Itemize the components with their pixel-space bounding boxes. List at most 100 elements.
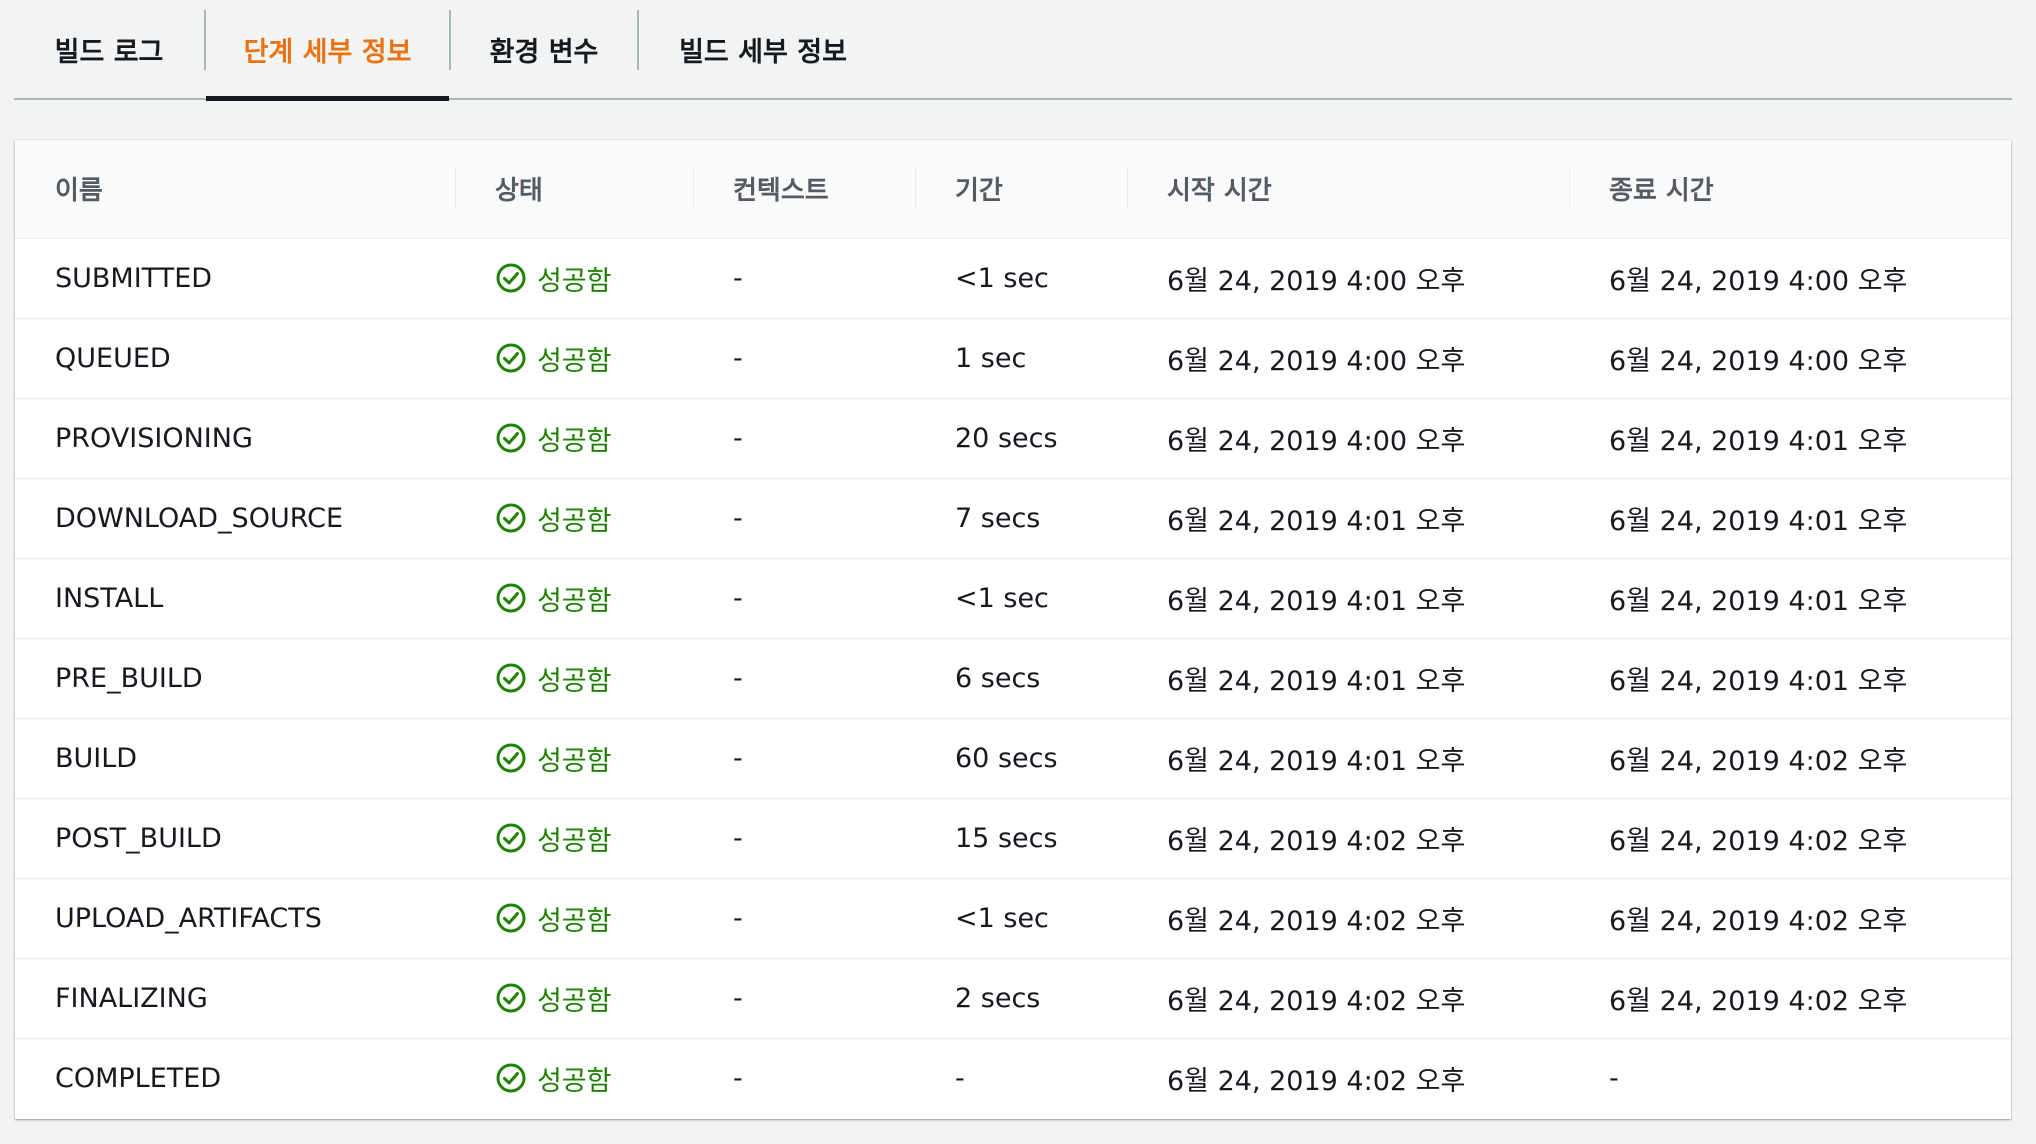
phase-start-time: 6월 24, 2019 4:00 오후 xyxy=(1127,397,1569,478)
phase-end-time: 6월 24, 2019 4:02 오후 xyxy=(1569,717,2011,798)
column-header-start-time[interactable]: 시작 시간 xyxy=(1127,140,1569,239)
phase-status: 성공함 xyxy=(455,557,693,638)
phase-name: FINALIZING xyxy=(15,957,455,1038)
phase-context: - xyxy=(693,397,915,478)
column-header-end-time[interactable]: 종료 시간 xyxy=(1569,140,2011,239)
phase-context: - xyxy=(733,262,743,294)
phase-name: SUBMITTED xyxy=(55,262,213,294)
phase-duration: 60 secs xyxy=(915,717,1127,798)
phase-duration: 20 secs xyxy=(915,397,1127,478)
status-badge: 성공함 xyxy=(495,579,693,618)
phase-status: 성공함 xyxy=(455,717,693,798)
phase-context: - xyxy=(693,1037,915,1118)
phase-end-time: 6월 24, 2019 4:02 오후 xyxy=(1569,877,2011,958)
phase-context: - xyxy=(693,797,915,878)
table-row: DOWNLOAD_SOURCE 성공함 -7 secs 6월 24, 2019 4:0… xyxy=(15,477,2011,558)
check-circle-icon xyxy=(495,342,537,374)
status-badge: 성공함 xyxy=(495,259,693,298)
table-row: SUBMITTED 성공함 - <1 sec 6월 24, 2019 4:00 오후 6월… xyxy=(15,238,2011,318)
phase-duration: <1 sec xyxy=(915,877,1127,958)
status-label: 성공함 xyxy=(537,265,612,297)
tab-build-details[interactable]: 빌드 세부 정보 xyxy=(639,0,887,98)
phase-start-time: 6월 24, 2019 4:02 오후 xyxy=(1127,1037,1569,1118)
status-label: 성공함 xyxy=(537,425,612,457)
phase-duration: 2 secs xyxy=(915,957,1127,1038)
phase-end-time: - xyxy=(1569,1037,2011,1118)
status-label: 성공함 xyxy=(537,1065,612,1097)
column-header-duration[interactable]: 기간 xyxy=(915,140,1127,239)
column-header-name[interactable]: 이름 xyxy=(15,140,455,239)
check-circle-icon xyxy=(495,742,537,774)
tab-bar: 빌드 로그 단계 세부 정보 환경 변수 빌드 세부 정보 xyxy=(14,0,2012,101)
phase-end-time: 6월 24, 2019 4:02 오후 xyxy=(1569,957,2011,1038)
column-header-status[interactable]: 상태 xyxy=(455,140,693,239)
phase-context: - xyxy=(693,637,915,718)
phase-details-table: 이름 상태 컨텍스트 기간 시작 시간 종료 시간 SUBMITTED 성공함 - <… xyxy=(15,140,2011,1118)
phase-end-time: 6월 24, 2019 4:01 오후 xyxy=(1569,557,2011,638)
phase-duration: 6 secs xyxy=(915,637,1127,718)
phase-name: POST_BUILD xyxy=(15,797,455,878)
tab-phase-details[interactable]: 단계 세부 정보 xyxy=(206,0,449,101)
phase-context: - xyxy=(693,557,915,638)
check-circle-icon xyxy=(495,982,537,1014)
phase-status: 성공함 xyxy=(455,957,693,1038)
status-label: 성공함 xyxy=(537,745,612,777)
phase-name: PROVISIONING xyxy=(15,397,455,478)
tab-environment-variables[interactable]: 환경 변수 xyxy=(451,0,637,98)
table-row: FINALIZING 성공함 -2 secs 6월 24, 2019 4:02 오후 6… xyxy=(15,957,2011,1038)
phase-duration: - xyxy=(915,1037,1127,1118)
tab-build-logs[interactable]: 빌드 로그 xyxy=(14,0,204,98)
phase-name: BUILD xyxy=(15,717,455,798)
status-badge: 성공함 xyxy=(495,739,693,778)
status-badge: 성공함 xyxy=(495,659,693,698)
phase-start-time: 6월 24, 2019 4:00 오후 xyxy=(1167,265,1466,297)
table-row: BUILD 성공함 -60 secs 6월 24, 2019 4:01 오후 6월 24… xyxy=(15,717,2011,798)
phase-context: - xyxy=(693,477,915,558)
status-badge: 성공함 xyxy=(495,979,693,1018)
phase-context: - xyxy=(693,717,915,798)
status-badge: 성공함 xyxy=(495,419,693,458)
phase-status: 성공함 xyxy=(455,397,693,478)
phase-name: COMPLETED xyxy=(15,1037,455,1118)
phase-end-time: 6월 24, 2019 4:02 오후 xyxy=(1569,797,2011,878)
phase-context: - xyxy=(693,957,915,1038)
check-circle-icon xyxy=(495,1062,537,1094)
table-row: PROVISIONING 성공함 -20 secs 6월 24, 2019 4:00 … xyxy=(15,397,2011,478)
phase-rows: SUBMITTED 성공함 - <1 sec 6월 24, 2019 4:00 오후 6월… xyxy=(15,238,2011,1118)
phase-name: QUEUED xyxy=(15,317,455,398)
status-badge: 성공함 xyxy=(495,339,693,378)
status-label: 성공함 xyxy=(537,665,612,697)
status-badge: 성공함 xyxy=(495,819,693,858)
phase-status: 성공함 xyxy=(455,877,693,958)
phase-status: 성공함 xyxy=(455,1037,693,1118)
phase-name: UPLOAD_ARTIFACTS xyxy=(15,877,455,958)
phase-start-time: 6월 24, 2019 4:00 오후 xyxy=(1127,317,1569,398)
status-badge: 성공함 xyxy=(495,499,693,538)
phase-context: - xyxy=(693,877,915,958)
check-circle-icon xyxy=(495,422,537,454)
phase-duration: 7 secs xyxy=(915,477,1127,558)
check-circle-icon xyxy=(495,582,537,614)
phase-start-time: 6월 24, 2019 4:02 오후 xyxy=(1127,797,1569,878)
status-label: 성공함 xyxy=(537,345,612,377)
phase-start-time: 6월 24, 2019 4:01 오후 xyxy=(1127,477,1569,558)
phase-status: 성공함 xyxy=(455,317,693,398)
status-label: 성공함 xyxy=(537,505,612,537)
phase-end-time: 6월 24, 2019 4:00 오후 xyxy=(1569,317,2011,398)
column-header-context[interactable]: 컨텍스트 xyxy=(693,140,915,239)
phase-name: PRE_BUILD xyxy=(15,637,455,718)
table-row: COMPLETED 성공함 - -6월 24, 2019 4:02 오후 - xyxy=(15,1037,2011,1118)
status-label: 성공함 xyxy=(537,585,612,617)
phase-start-time: 6월 24, 2019 4:02 오후 xyxy=(1127,877,1569,958)
status-badge: 성공함 xyxy=(495,1059,693,1098)
check-circle-icon xyxy=(495,902,537,934)
status-badge: 성공함 xyxy=(495,899,693,938)
phase-duration: <1 sec xyxy=(955,262,1049,294)
status-label: 성공함 xyxy=(537,985,612,1017)
phase-status: 성공함 xyxy=(455,477,693,558)
phase-context: - xyxy=(693,317,915,398)
phase-end-time: 6월 24, 2019 4:00 오후 xyxy=(1609,265,1908,297)
check-circle-icon xyxy=(495,502,537,534)
phase-end-time: 6월 24, 2019 4:01 오후 xyxy=(1569,477,2011,558)
phase-start-time: 6월 24, 2019 4:02 오후 xyxy=(1127,957,1569,1038)
